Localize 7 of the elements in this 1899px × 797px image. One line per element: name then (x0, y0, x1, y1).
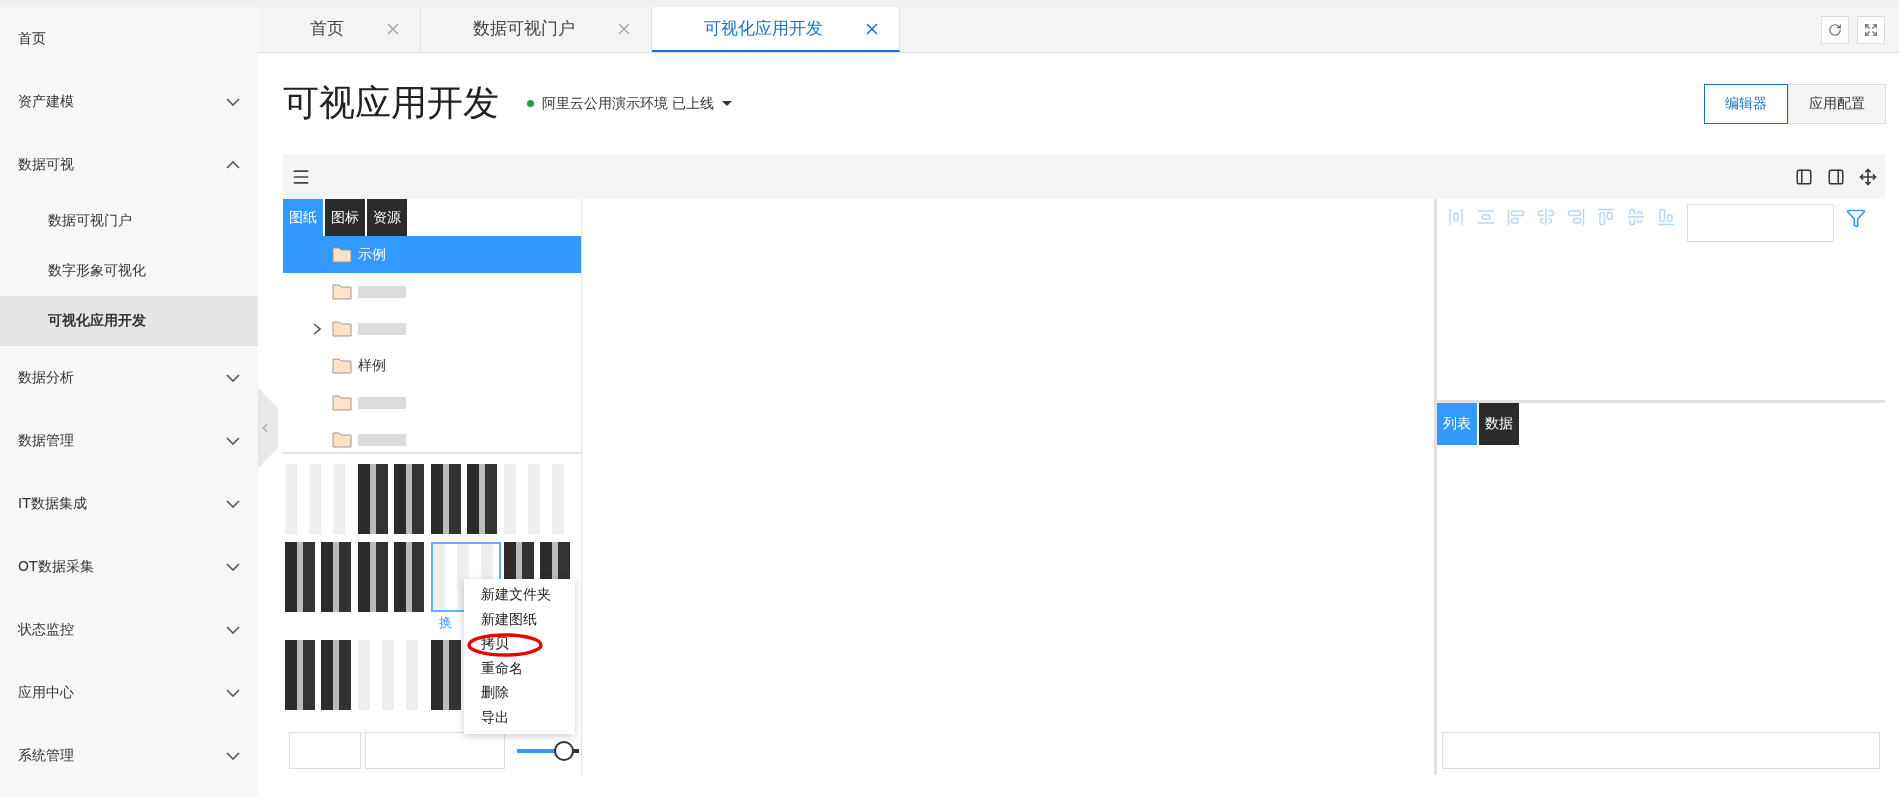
tree-label: 示例 (358, 245, 386, 264)
tab-label: 首页 (310, 17, 344, 40)
tab-label: 可视化应用开发 (704, 17, 823, 40)
page-title: 可视应用开发 (283, 81, 499, 125)
thumbnail-caption: 换 (439, 614, 452, 632)
tree-label: 样例 (358, 356, 386, 375)
tab-label: 数据可视门户 (473, 17, 575, 40)
